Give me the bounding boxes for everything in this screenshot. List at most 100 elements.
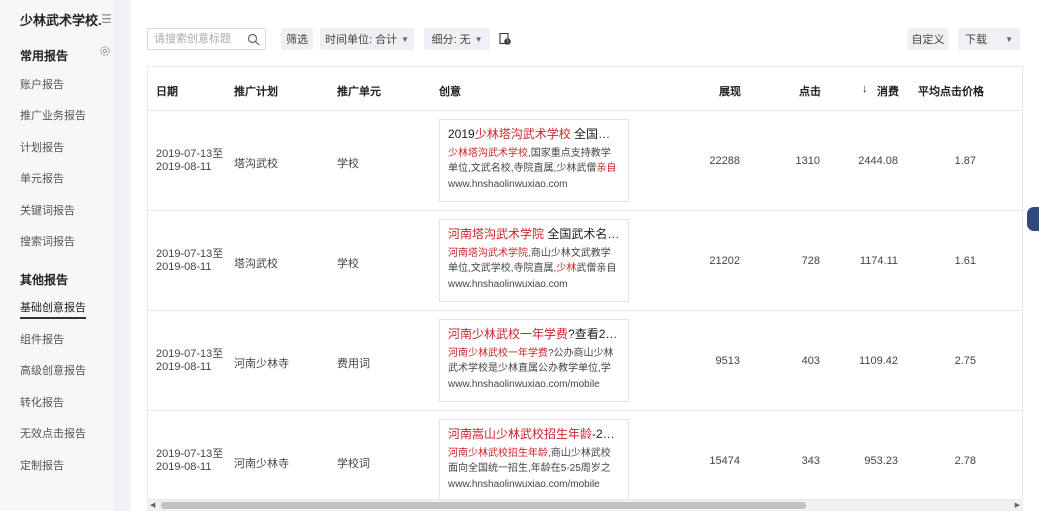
report-panel: 筛选 时间单位: 合计 ▼ 细分: 无 ▼ ? 自定义 下载 ▼ 日期 推广计划… — [131, 0, 1039, 511]
creative-description: 河南塔沟武术学院,商山少林文武教学单位,文武学校,寺院直属,少林武僧亲自执教, — [448, 246, 620, 276]
plan-name: 河南少林寺 — [234, 458, 289, 470]
col-unit[interactable]: 推广单元 — [337, 83, 381, 99]
desc-highlight: 河南少林武校招生年龄 — [448, 448, 548, 459]
avg-cpc-value: 1.61 — [954, 255, 976, 267]
creative-title: 2019少林塔沟武术学校 全国武术... — [448, 126, 620, 142]
section-other-reports: 其他报告 — [20, 273, 69, 287]
clicks-value: 1310 — [795, 155, 820, 167]
impressions-value: 22288 — [709, 155, 740, 167]
floating-side-tab[interactable] — [1027, 207, 1039, 231]
sidebar-item-basic-creative-report[interactable]: 基础创意报告 — [20, 299, 86, 319]
sidebar-item-search-term-report[interactable]: 搜索词报告 — [20, 233, 75, 249]
help-icon[interactable]: ? — [499, 33, 511, 45]
title-rest: 全国武术名校-... — [547, 227, 620, 241]
creative-card[interactable]: 河南塔沟武术学院 全国武术名校-... 河南塔沟武术学院,商山少林文武教学单位,… — [439, 219, 629, 302]
breakdown-dropdown[interactable]: 细分: 无 ▼ — [424, 28, 490, 50]
plan-name: 河南少林寺 — [234, 358, 289, 370]
creative-description: 少林塔沟武术学校,国家重点支持教学单位,文武名校,寺院直属,少林武僧亲自执教, — [448, 146, 620, 176]
horizontal-scrollbar[interactable]: ◀ ▶ — [147, 500, 1023, 511]
desc-highlight: 河南少林武校一年学费 — [448, 348, 548, 359]
customize-button[interactable]: 自定义 — [907, 28, 949, 50]
unit-name: 费用词 — [337, 358, 370, 370]
table-row: 2019-07-13至 2019-08-11 塔沟武校 学校 河南塔沟武术学院 … — [148, 211, 1022, 311]
avg-cpc-value: 2.78 — [954, 455, 976, 467]
clicks-value: 403 — [801, 355, 820, 367]
time-unit-dropdown[interactable]: 时间单位: 合计 ▼ — [320, 28, 414, 50]
date-start: 2019-07-13至 — [156, 348, 224, 360]
impressions-value: 21202 — [709, 255, 740, 267]
creative-url: www.hnshaolinwuxiao.com — [448, 179, 568, 190]
account-title[interactable]: 少林武术学校... — [20, 10, 101, 29]
creative-card[interactable]: 河南嵩山少林武校招生年龄-2019... 河南少林武校招生年龄,商山少林武校面向… — [439, 419, 629, 499]
download-label: 下载 — [965, 34, 987, 46]
date-range: 2019-07-13至 2019-08-11 — [156, 348, 223, 374]
sidebar-item-plan-report[interactable]: 计划报告 — [20, 139, 64, 155]
cost-value: 1109.42 — [859, 355, 898, 367]
sidebar-item-custom-report[interactable]: 定制报告 — [20, 457, 64, 473]
time-unit-label: 时间单位: 合计 — [324, 34, 398, 46]
unit-name: 学校 — [337, 258, 359, 270]
search-input[interactable] — [154, 29, 249, 49]
col-date[interactable]: 日期 — [156, 83, 178, 99]
customize-label: 自定义 — [911, 34, 945, 46]
creative-card[interactable]: 河南少林武校一年学费?查看2019... 河南少林武校一年学费?公办商山少林武术… — [439, 319, 629, 402]
svg-text:?: ? — [506, 39, 509, 45]
sidebar-item-business-report[interactable]: 推广业务报告 — [20, 107, 86, 123]
scroll-right-icon[interactable]: ▶ — [1015, 501, 1020, 509]
sidebar-item-conversion-report[interactable]: 转化报告 — [20, 394, 64, 410]
title-rest: -2019... — [592, 427, 620, 441]
creative-url: www.hnshaolinwuxiao.com/mobile — [448, 479, 600, 490]
sidebar-item-invalid-click-report[interactable]: 无效点击报告 — [20, 425, 86, 441]
date-end: 2019-08-11 — [156, 361, 212, 373]
clicks-value: 728 — [801, 255, 820, 267]
title-prefix: 2019 — [448, 127, 475, 141]
title-rest: 全国武术... — [574, 127, 620, 141]
table-row: 2019-07-13至 2019-08-11 河南少林寺 费用词 河南少林武校一… — [148, 311, 1022, 411]
filter-button[interactable]: 筛选 — [281, 28, 313, 50]
table-header: 日期 推广计划 推广单元 创意 展现 点击 ↓ 消费 平均点击价格 — [148, 67, 1022, 111]
date-end: 2019-08-11 — [156, 161, 212, 173]
filter-label: 筛选 — [286, 34, 308, 46]
sidebar-item-component-report[interactable]: 组件报告 — [20, 331, 64, 347]
cost-value: 1174.11 — [859, 255, 898, 267]
sidebar-item-account-report[interactable]: 账户报告 — [20, 76, 64, 92]
section-common-reports: 常用报告 — [20, 49, 69, 63]
unit-name: 学校词 — [337, 458, 370, 470]
date-start: 2019-07-13至 — [156, 448, 224, 460]
plan-name: 塔沟武校 — [234, 258, 278, 270]
search-icon[interactable] — [247, 33, 260, 46]
title-highlight: 河南塔沟武术学院 — [448, 227, 545, 241]
plan-name: 塔沟武校 — [234, 158, 278, 170]
scroll-left-icon[interactable]: ◀ — [150, 501, 155, 509]
creative-title: 河南塔沟武术学院 全国武术名校-... — [448, 226, 620, 242]
scrollbar-thumb[interactable] — [161, 502, 806, 509]
col-plan[interactable]: 推广计划 — [234, 83, 278, 99]
chevron-down-icon: ▼ — [474, 34, 483, 44]
col-avg-cpc[interactable]: 平均点击价格 — [918, 83, 984, 99]
title-rest: ?查看2019... — [568, 327, 620, 341]
creative-card[interactable]: 2019少林塔沟武术学校 全国武术... 少林塔沟武术学校,国家重点支持教学单位… — [439, 119, 629, 202]
desc-highlight: 河南塔沟武术学院 — [448, 248, 528, 259]
report-table: 日期 推广计划 推广单元 创意 展现 点击 ↓ 消费 平均点击价格 2019-0… — [147, 66, 1023, 500]
sidebar-header: 少林武术学校... ☰ — [20, 10, 112, 29]
date-range: 2019-07-13至 2019-08-11 — [156, 448, 223, 474]
download-dropdown[interactable]: 下载 ▼ — [958, 28, 1020, 50]
sidebar-item-unit-report[interactable]: 单元报告 — [20, 170, 64, 186]
creative-url: www.hnshaolinwuxiao.com — [448, 279, 568, 290]
gear-icon[interactable] — [99, 45, 111, 57]
sidebar-item-keyword-report[interactable]: 关键词报告 — [20, 202, 75, 218]
col-impressions[interactable]: 展现 — [719, 83, 741, 99]
collapse-icon[interactable]: ☰ — [101, 12, 112, 26]
col-clicks[interactable]: 点击 — [799, 83, 821, 99]
cost-value: 2444.08 — [858, 155, 898, 167]
date-range: 2019-07-13至 2019-08-11 — [156, 248, 223, 274]
desc-highlight: 少林塔沟武术学校 — [448, 148, 528, 159]
table-row: 2019-07-13至 2019-08-11 河南少林寺 学校词 河南嵩山少林武… — [148, 411, 1022, 499]
chevron-down-icon: ▼ — [1005, 34, 1013, 44]
col-creative[interactable]: 创意 — [439, 83, 461, 99]
date-start: 2019-07-13至 — [156, 148, 224, 160]
sidebar-item-advanced-creative-report[interactable]: 高级创意报告 — [20, 362, 86, 378]
sort-desc-icon[interactable]: ↓ — [862, 83, 868, 95]
col-cost[interactable]: 消费 — [877, 83, 899, 99]
title-highlight: 少林塔沟武术学校 — [474, 127, 571, 141]
